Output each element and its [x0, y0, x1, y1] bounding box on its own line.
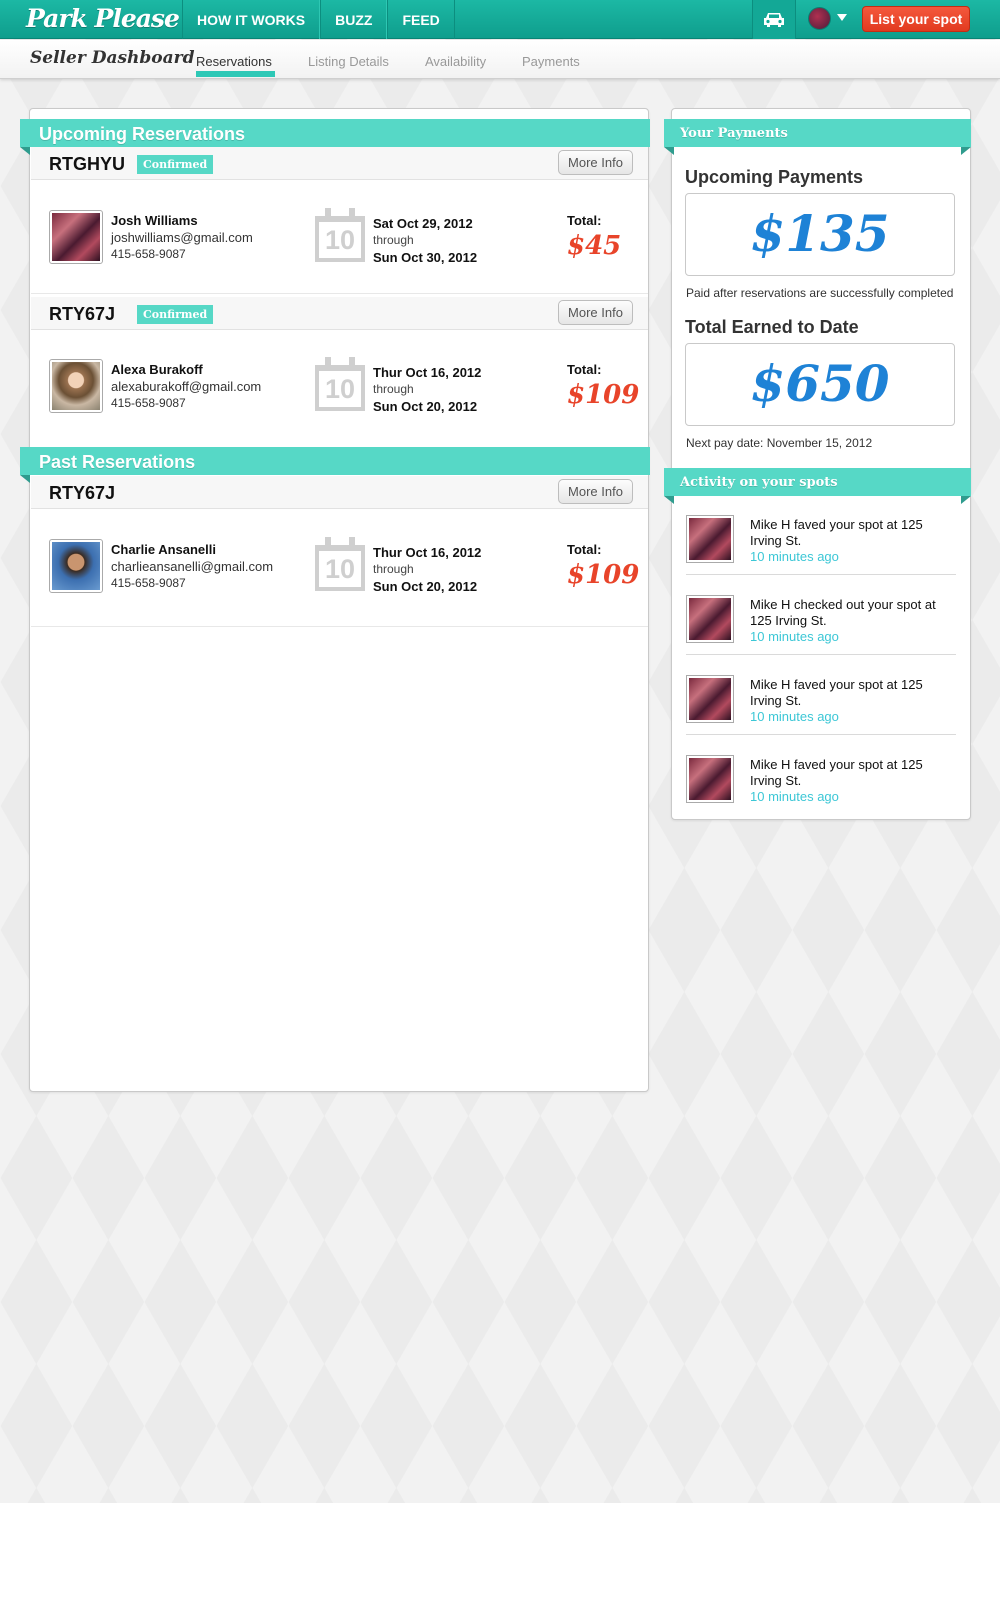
date-to: Sun Oct 30, 2012	[373, 250, 478, 265]
activity-text: Mike H faved your spot at 125 Irving St.	[750, 517, 923, 548]
car-button[interactable]	[752, 0, 796, 39]
activity-text: Mike H faved your spot at 125 Irving St.	[750, 677, 923, 708]
activity-item[interactable]: Mike H faved your spot at 125 Irving St.…	[686, 497, 956, 575]
user-avatar[interactable]	[808, 7, 831, 30]
date-from: Thur Oct 16, 2012	[373, 365, 482, 380]
status-badge: Confirmed	[137, 305, 214, 324]
activity-text: Mike H faved your spot at 125 Irving St.	[750, 757, 923, 788]
guest-email[interactable]: alexaburakoff@gmail.com	[111, 379, 261, 394]
nav-how-it-works[interactable]: HOW IT WORKS	[182, 0, 321, 39]
reservation-body: Josh Williams joshwilliams@gmail.com 415…	[31, 181, 648, 293]
nav-buzz[interactable]: BUZZ	[320, 0, 388, 39]
payments-panel: Your Payments Upcoming Payments $135 Pai…	[664, 108, 971, 820]
guest-email[interactable]: joshwilliams@gmail.com	[111, 230, 253, 245]
activity-time: 10 minutes ago	[750, 789, 839, 804]
activity-title: Activity on your spots	[680, 475, 838, 490]
date-through-label: through	[373, 382, 414, 396]
date-from: Sat Oct 29, 2012	[373, 216, 473, 231]
calendar-icon: 10	[315, 357, 365, 411]
divider	[31, 626, 648, 627]
calendar-icon: 10	[315, 537, 365, 591]
your-payments-header: Your Payments	[664, 119, 971, 155]
total-amount: $109	[567, 380, 640, 410]
guest-email[interactable]: charlieansanelli@gmail.com	[111, 559, 273, 574]
reservation-header: RTY67J Confirmed More Info	[31, 297, 648, 330]
activity-thumbnail	[686, 595, 734, 643]
total-amount: $45	[567, 231, 622, 261]
total-earned-amount: $650	[685, 343, 955, 426]
dashboard-title: Seller Dashboard	[30, 48, 195, 68]
past-reservations-title: Past Reservations	[39, 452, 196, 472]
activity-text: Mike H checked out your spot at 125 Irvi…	[750, 597, 936, 628]
activity-time: 10 minutes ago	[750, 629, 839, 644]
sub-nav: Seller Dashboard Reservations Listing De…	[0, 40, 1000, 79]
total-label: Total:	[567, 542, 602, 557]
tab-reservations[interactable]: Reservations	[196, 54, 272, 69]
calendar-icon: 10	[315, 208, 365, 262]
status-badge: Confirmed	[137, 155, 214, 174]
guest-phone: 415-658-9087	[111, 247, 186, 261]
active-tab-indicator	[196, 71, 275, 77]
activity-item[interactable]: Mike H faved your spot at 125 Irving St.…	[686, 737, 956, 815]
upcoming-payments-label: Upcoming Payments	[685, 167, 864, 187]
activity-thumbnail	[686, 675, 734, 723]
reservation-id: RTGHYU	[49, 154, 125, 174]
guest-avatar	[49, 539, 103, 593]
guest-avatar	[49, 359, 103, 413]
guest-name: Alexa Burakoff	[111, 362, 203, 377]
guest-name: Charlie Ansanelli	[111, 542, 216, 557]
date-through-label: through	[373, 562, 414, 576]
divider	[31, 293, 648, 294]
upcoming-payments-note: Paid after reservations are successfully…	[686, 286, 954, 300]
date-to: Sun Oct 20, 2012	[373, 399, 478, 414]
page-footer-blank	[0, 1503, 1000, 1616]
list-your-spot-button[interactable]: List your spot	[862, 6, 970, 32]
date-through-label: through	[373, 233, 414, 247]
top-nav: Park Please HOW IT WORKS BUZZ FEED List …	[0, 0, 1000, 39]
guest-phone: 415-658-9087	[111, 396, 186, 410]
total-label: Total:	[567, 213, 602, 228]
date-to: Sun Oct 20, 2012	[373, 579, 478, 594]
total-earned-label: Total Earned to Date	[685, 317, 859, 337]
nav-feed[interactable]: FEED	[387, 0, 455, 39]
total-amount: $109	[567, 560, 640, 590]
reservation-id: RTY67J	[49, 304, 116, 324]
reservation-body: Alexa Burakoff alexaburakoff@gmail.com 4…	[31, 330, 648, 442]
more-info-button[interactable]: More Info	[558, 150, 633, 175]
reservation-header: RTY67J More Info	[31, 476, 648, 509]
your-payments-title: Your Payments	[680, 126, 788, 141]
activity-time: 10 minutes ago	[750, 549, 839, 564]
guest-avatar	[49, 210, 103, 264]
guest-name: Josh Williams	[111, 213, 198, 228]
reservation-id: RTY67J	[49, 483, 116, 503]
total-label: Total:	[567, 362, 602, 377]
car-icon	[764, 12, 784, 27]
next-pay-date: Next pay date: November 15, 2012	[686, 436, 873, 450]
guest-phone: 415-658-9087	[111, 576, 186, 590]
activity-item[interactable]: Mike H checked out your spot at 125 Irvi…	[686, 577, 956, 655]
activity-thumbnail	[686, 515, 734, 563]
upcoming-reservations-title: Upcoming Reservations	[39, 124, 246, 144]
reservation-header: RTGHYU Confirmed More Info	[31, 147, 648, 180]
more-info-button[interactable]: More Info	[558, 479, 633, 504]
activity-time: 10 minutes ago	[750, 709, 839, 724]
nav-links: HOW IT WORKS BUZZ FEED	[182, 0, 455, 39]
activity-thumbnail	[686, 755, 734, 803]
activity-header: Activity on your spots	[664, 468, 971, 504]
upcoming-payments-amount: $135	[685, 193, 955, 276]
activity-item[interactable]: Mike H faved your spot at 125 Irving St.…	[686, 657, 956, 735]
logo[interactable]: Park Please	[26, 4, 180, 33]
tab-listing-details[interactable]: Listing Details	[308, 54, 389, 69]
reservation-body: Charlie Ansanelli charlieansanelli@gmail…	[31, 510, 648, 622]
more-info-button[interactable]: More Info	[558, 300, 633, 325]
reservations-panel: Upcoming Reservations RTGHYU Confirmed M…	[20, 108, 650, 1092]
past-reservations-header: Past Reservations	[20, 447, 650, 483]
tab-payments[interactable]: Payments	[522, 54, 580, 69]
date-from: Thur Oct 16, 2012	[373, 545, 482, 560]
upcoming-reservations-header: Upcoming Reservations	[20, 119, 650, 155]
tab-availability[interactable]: Availability	[425, 54, 486, 69]
chevron-down-icon[interactable]	[837, 14, 847, 21]
